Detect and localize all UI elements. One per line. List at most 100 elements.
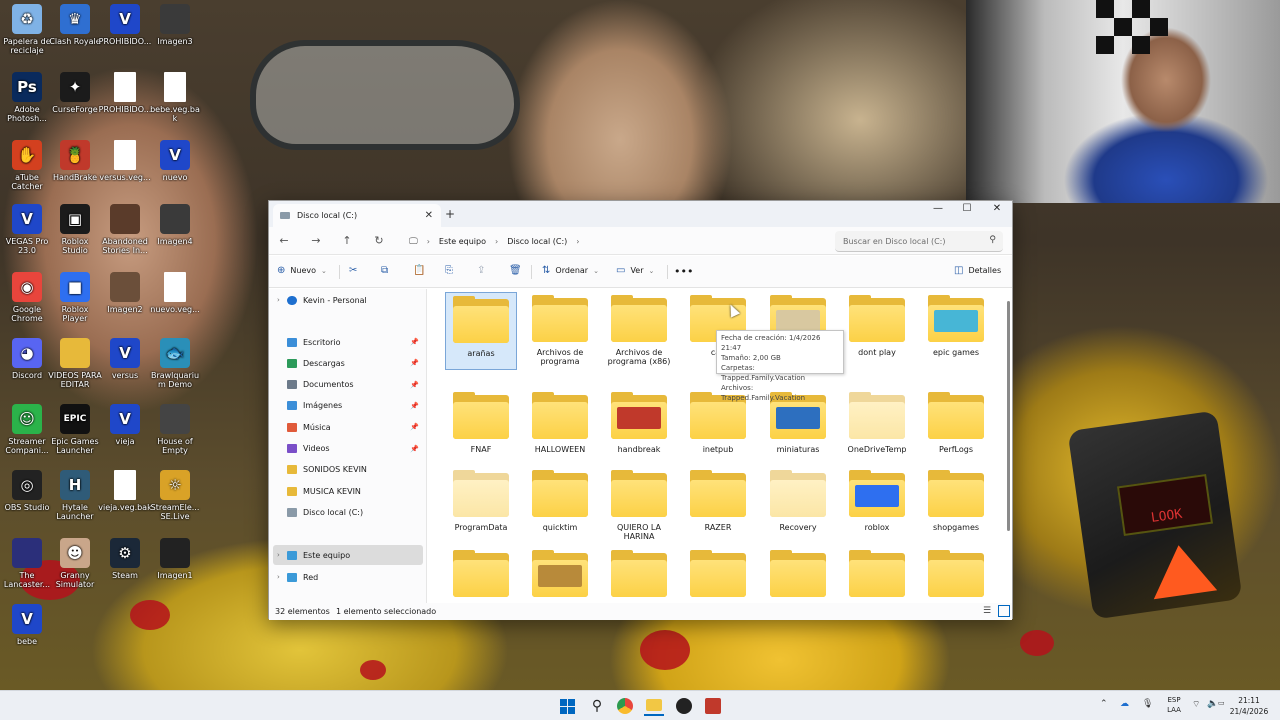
onedrive-tray-icon[interactable]: ☁	[1120, 699, 1129, 709]
desktop-icon[interactable]: Imagen3	[148, 4, 202, 46]
title-bar[interactable]: Disco local (C:) ✕ + — ☐ ✕	[269, 201, 1012, 227]
desktop-icon[interactable]: ▣ Roblox Studio	[48, 204, 102, 255]
nav-item-quick-access[interactable]: Disco local (C:)	[273, 502, 423, 522]
desktop-icon[interactable]: Imagen4	[148, 204, 202, 246]
folder-item[interactable]	[603, 547, 675, 603]
view-button[interactable]: ▭ Ver ⌄	[616, 265, 654, 276]
desktop-icon[interactable]: House of Empty Nam...	[148, 404, 202, 455]
desktop-icon[interactable]: versus.veg...	[98, 140, 152, 182]
copy-button[interactable]: ⧉	[381, 265, 388, 276]
vertical-scrollbar[interactable]	[1007, 301, 1010, 531]
cut-button[interactable]: ✂	[349, 265, 357, 276]
folder-item[interactable]: dont play	[841, 292, 913, 370]
battery-icon[interactable]: ▭	[1218, 699, 1225, 707]
folder-item[interactable]: epic games	[920, 292, 992, 370]
desktop-icon[interactable]: PROHIBIDO...	[98, 72, 152, 114]
nav-item-quick-access[interactable]: Música 📌	[273, 417, 423, 437]
refresh-icon[interactable]: ↻	[370, 234, 388, 247]
pin-icon[interactable]: 📌	[410, 423, 419, 431]
microphone-icon[interactable]: 🎙	[1142, 699, 1153, 709]
folder-item[interactable]	[445, 547, 517, 603]
pin-icon[interactable]: 📌	[410, 381, 419, 389]
nav-item-quick-access[interactable]: Escritorio 📌	[273, 332, 423, 352]
folder-item[interactable]: Recovery	[762, 467, 834, 545]
nav-item-quick-access[interactable]: Imágenes 📌	[273, 396, 423, 416]
folder-item[interactable]: quicktim	[524, 467, 596, 545]
folder-item[interactable]: HALLOWEEN	[524, 389, 596, 467]
desktop-icon[interactable]: VIDEOS PARA EDITAR	[48, 338, 102, 389]
paste-button[interactable]: 📋	[413, 265, 425, 276]
desktop-icon[interactable]: ◕ Discord	[0, 338, 54, 380]
desktop-icon[interactable]: nuevo.veg...	[148, 272, 202, 314]
system-clock[interactable]: 21:11 21/4/2026	[1226, 695, 1272, 717]
desktop-icon[interactable]: ■ Roblox Player	[48, 272, 102, 323]
folder-item[interactable]: PerfLogs	[920, 389, 992, 467]
taskbar-app[interactable]	[703, 696, 723, 716]
desktop-icon[interactable]: 🍍 HandBrake	[48, 140, 102, 182]
desktop-icon[interactable]: V VEGAS Pro 23.0	[0, 204, 54, 255]
large-icons-view-icon[interactable]	[998, 605, 1010, 617]
taskbar-obs[interactable]	[674, 696, 694, 716]
folder-item[interactable]	[682, 547, 754, 603]
nav-item-quick-access[interactable]: Descargas 📌	[273, 353, 423, 373]
desktop-icon[interactable]: Imagen2	[98, 272, 152, 314]
desktop-icon[interactable]: Vversus	[98, 338, 152, 380]
folder-item[interactable]: ProgramData	[445, 467, 517, 545]
desktop-icon[interactable]: Ps Adobe Photosh...	[0, 72, 54, 123]
desktop-icon[interactable]: H Hytale Launcher	[48, 470, 102, 521]
desktop-icon[interactable]: ☼ StreamEle... SE.Live	[148, 470, 202, 521]
desktop-icon[interactable]: ◎ OBS Studio	[0, 470, 54, 512]
forward-arrow-icon[interactable]: →	[307, 234, 325, 247]
nav-item-quick-access[interactable]: SONIDOS KEVIN	[273, 460, 423, 480]
desktop-icon[interactable]: ♻ Papelera de reciclaje	[0, 4, 54, 55]
folder-item[interactable]: RAZER	[682, 467, 754, 545]
desktop-icon[interactable]: EPIC Epic Games Launcher	[48, 404, 102, 455]
desktop-icon[interactable]: 🐟 Brawlquarium Demo	[148, 338, 202, 389]
share-button[interactable]: ⇪	[477, 265, 485, 276]
folder-item[interactable]	[762, 547, 834, 603]
details-button[interactable]: ◫ Detalles	[954, 265, 1001, 276]
taskbar-search-button[interactable]: ⚲	[587, 696, 607, 716]
new-tab-icon[interactable]: +	[445, 207, 455, 221]
maximize-icon[interactable]: ☐	[953, 203, 981, 214]
desktop-icon[interactable]: vieja.veg.bak	[98, 470, 152, 512]
sort-button[interactable]: ⇅ Ordenar ⌄	[542, 265, 599, 276]
breadcrumb-item-este-equipo[interactable]: Este equipo	[439, 237, 486, 246]
desktop-icon[interactable]: bebe.veg.bak	[148, 72, 202, 123]
up-arrow-icon[interactable]: ↑	[338, 234, 356, 247]
nav-item-quick-access[interactable]: MUSICA KEVIN	[273, 481, 423, 501]
folder-item[interactable]	[920, 547, 992, 603]
pin-icon[interactable]: 📌	[410, 359, 419, 367]
desktop-icon[interactable]: V PROHIBIDO...	[98, 4, 152, 46]
volume-icon[interactable]: 🔈	[1207, 699, 1218, 709]
desktop-icon[interactable]: ◉ Google Chrome	[0, 272, 54, 323]
close-tab-icon[interactable]: ✕	[425, 210, 433, 221]
pin-icon[interactable]: 📌	[410, 402, 419, 410]
desktop-icon[interactable]: ✦ CurseForge	[48, 72, 102, 114]
folder-item[interactable]: QUIERO LA HARINA	[603, 467, 675, 545]
nav-item-onedrive[interactable]: › Kevin - Personal	[273, 290, 423, 310]
language-indicator[interactable]: ESP LAA	[1164, 695, 1184, 715]
taskbar-file-explorer[interactable]	[644, 696, 664, 716]
back-arrow-icon[interactable]: ←	[275, 234, 293, 247]
taskbar-chrome[interactable]	[615, 696, 635, 716]
desktop-icon[interactable]: Vbebe	[0, 604, 54, 646]
desktop-icon[interactable]: The Lancaster...	[0, 538, 54, 589]
folder-item[interactable]	[524, 547, 596, 603]
folder-item[interactable]: roblox	[841, 467, 913, 545]
folder-item[interactable]	[841, 547, 913, 603]
desktop-icon[interactable]: Imagen1	[148, 538, 202, 580]
desktop-icon[interactable]: Abandoned Stories In...	[98, 204, 152, 255]
folder-item[interactable]: Archivos de programa (x86)	[603, 292, 675, 370]
more-options-button[interactable]: •••	[674, 265, 693, 278]
folder-item[interactable]: shopgames	[920, 467, 992, 545]
tab-disco-local[interactable]: Disco local (C:) ✕	[273, 204, 441, 227]
rename-button[interactable]: ⎘	[445, 265, 453, 276]
folder-item[interactable]: arañas	[445, 292, 517, 370]
desktop-icon[interactable]: ☻ Granny Simulator	[48, 538, 102, 589]
desktop-icon[interactable]: ⚙ Steam	[98, 538, 152, 580]
desktop-icon[interactable]: ♛ Clash Royale	[48, 4, 102, 46]
breadcrumb-item-disco-local[interactable]: Disco local (C:)	[507, 237, 567, 246]
delete-button[interactable]: 🗑	[509, 265, 522, 276]
desktop-icon[interactable]: Vnuevo	[148, 140, 202, 182]
